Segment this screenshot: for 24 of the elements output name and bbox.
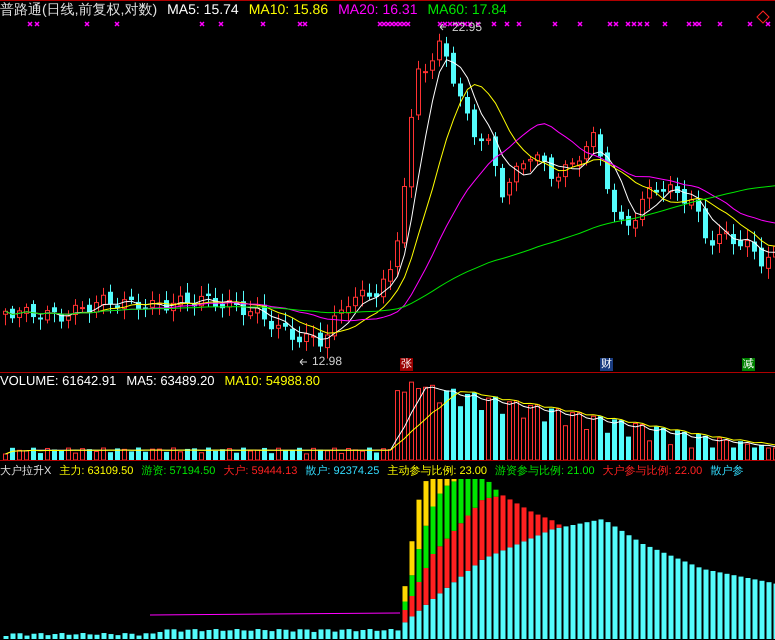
indicator-value: MA10: 54988.80 [224, 373, 320, 389]
indicator-value: MA5: 15.74 [167, 1, 239, 18]
indicator-value: MA20: 16.31 [338, 1, 418, 18]
arrow-icon [300, 358, 308, 366]
indicator-value: 主动参与比例: 23.00 [387, 464, 487, 479]
indicator-value: 大户参与比例: 22.00 [602, 464, 702, 479]
indicator-value: MA10: 15.86 [248, 1, 328, 18]
price-label: 12.98 [312, 354, 342, 368]
event-badge: 张 [400, 358, 413, 371]
indicator-value: 散户参 [710, 464, 744, 479]
indicator-value: MA60: 17.84 [428, 1, 507, 18]
indicator-value: VOLUME: 61642.91 [0, 373, 116, 389]
arrow-icon [440, 24, 446, 30]
diamond-icon [756, 10, 770, 24]
event-badge: 减 [742, 358, 755, 371]
indicator-value: 散户: 92374.25 [305, 464, 380, 479]
indicator-value: 大户: 59444.13 [223, 464, 298, 479]
indicator-value: 游资: 57194.50 [141, 464, 216, 479]
indicator-name: 大户拉升X [0, 464, 52, 479]
chart-title: 普路通(日线,前复权,对数) [0, 1, 158, 18]
indicator-value: 游资参与比例: 21.00 [494, 464, 595, 479]
indicator-value: MA5: 63489.20 [126, 373, 215, 389]
indicator-value: 主力: 63109.50 [59, 464, 134, 479]
event-badge: 财 [600, 358, 613, 371]
